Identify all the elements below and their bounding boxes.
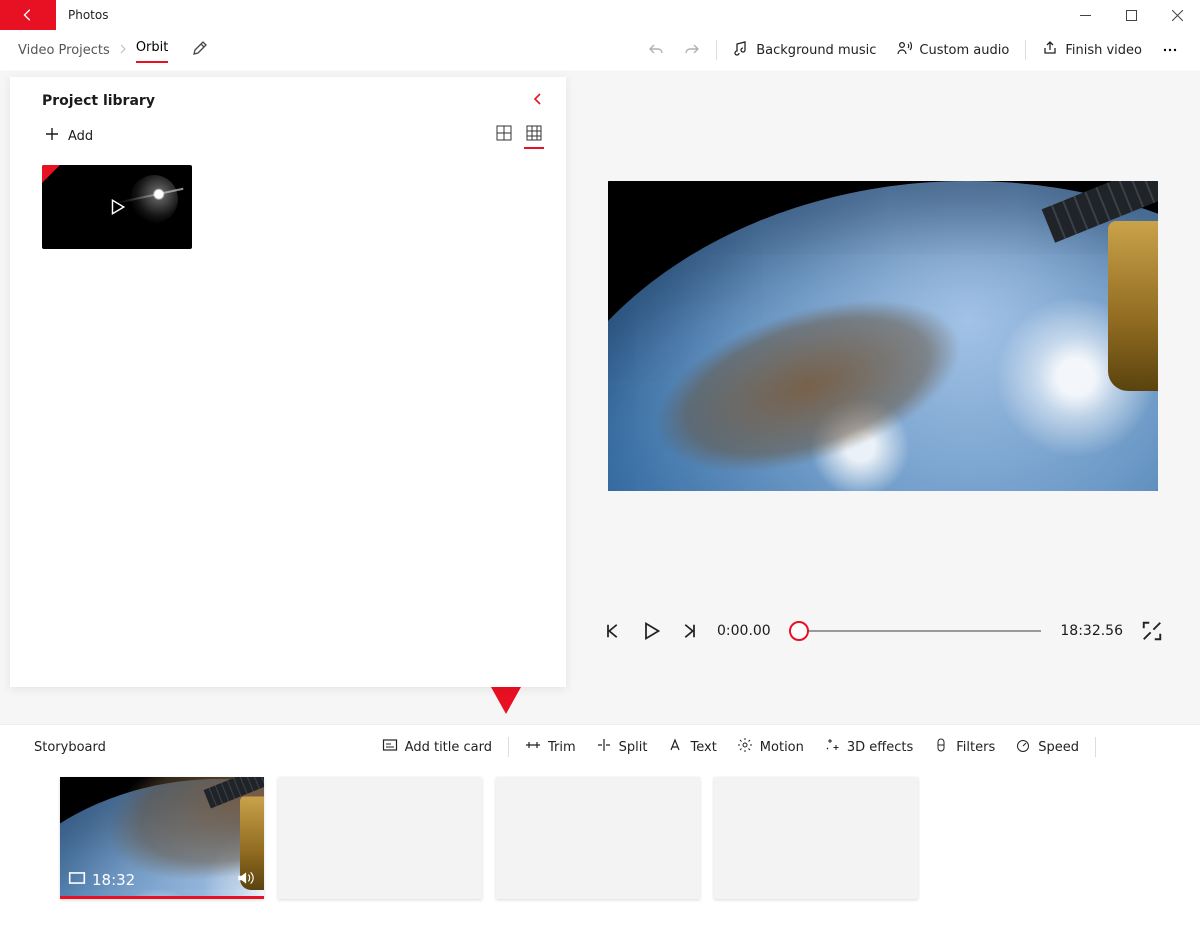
current-time: 0:00.00 [717,623,781,639]
window-controls [1062,0,1200,30]
add-media-button[interactable]: Add [44,126,93,146]
preview-pane: 0:00.00 18:32.56 [566,71,1200,726]
clip-volume-button[interactable] [236,869,254,891]
more-button[interactable] [1152,30,1188,70]
fullscreen-button[interactable] [1141,621,1163,641]
storyboard-panel: Storyboard Add title card Trim Split [0,724,1200,940]
cmd-label: Background music [756,43,876,58]
motion-icon [737,737,753,757]
clip-duration: 18:32 [92,871,135,889]
add-title-card-button[interactable]: Add title card [372,737,502,757]
grid-large-button[interactable] [496,125,512,147]
cmd-label: Finish video [1065,43,1142,58]
btn-label: Speed [1038,740,1079,755]
close-button[interactable] [1154,0,1200,30]
separator [508,737,509,757]
btn-label: Motion [760,740,804,755]
frame-back-button[interactable] [603,621,623,641]
project-library-title: Project library [42,93,155,109]
command-bar: Video Projects Orbit Background music Cu… [0,30,1200,71]
filters-icon [933,737,949,757]
filters-button[interactable]: Filters [923,737,1005,757]
minimize-button[interactable] [1062,0,1108,30]
storyboard-clips: 18:32 [0,769,1200,899]
finish-video-button[interactable]: Finish video [1032,30,1152,70]
export-icon [1042,40,1058,60]
split-button[interactable]: Split [586,737,658,757]
split-icon [596,737,612,757]
btn-label: Text [691,740,717,755]
grid-small-button[interactable] [526,125,542,147]
work-area: Project library Add [0,71,1200,726]
project-library-panel: Project library Add [10,77,566,687]
custom-audio-button[interactable]: Custom audio [886,30,1019,70]
btn-label: Add title card [405,740,492,755]
edit-name-button[interactable] [192,40,208,60]
play-overlay-icon [42,165,192,249]
breadcrumb-root[interactable]: Video Projects [18,43,110,58]
trim-button[interactable]: Trim [515,737,586,757]
app-title: Photos [56,0,120,30]
maximize-button[interactable] [1108,0,1154,30]
btn-label: Split [619,740,648,755]
speed-button[interactable]: Speed [1005,737,1089,757]
plus-icon [44,126,60,146]
total-time: 18:32.56 [1059,623,1123,639]
redo-button[interactable] [674,30,710,70]
duration-icon [68,869,86,891]
btn-label: 3D effects [847,740,913,755]
library-clip-thumbnail[interactable] [42,165,192,249]
cmd-label: Custom audio [919,43,1009,58]
title-card-icon [382,737,398,757]
btn-label: Filters [956,740,995,755]
play-button[interactable] [641,621,661,641]
chevron-right-icon [118,43,128,58]
breadcrumb: Video Projects Orbit [18,40,208,61]
breadcrumb-current[interactable]: Orbit [136,40,169,61]
storyboard-title: Storyboard [34,740,106,755]
separator [1095,737,1096,757]
separator [716,40,717,60]
music-icon [733,40,749,60]
storyboard-empty-slot[interactable] [496,777,700,899]
storyboard-empty-slot[interactable] [278,777,482,899]
storyboard-clip[interactable]: 18:32 [60,777,264,899]
transport-controls: 0:00.00 18:32.56 [603,621,1163,641]
preview-player[interactable] [608,181,1158,491]
app-window: Photos Video Projects Orbit Background m… [0,0,1200,940]
back-button[interactable] [0,0,56,30]
person-audio-icon [896,40,912,60]
storyboard-empty-slot[interactable] [714,777,918,899]
speed-icon [1015,737,1031,757]
btn-label: Trim [548,740,576,755]
scrubber-handle-icon[interactable] [789,621,809,641]
sparkle-icon [824,737,840,757]
scrubber[interactable] [799,621,1041,641]
undo-button[interactable] [638,30,674,70]
3d-effects-button[interactable]: 3D effects [814,737,923,757]
text-icon [668,737,684,757]
trim-icon [525,737,541,757]
collapse-library-button[interactable] [530,91,546,111]
motion-button[interactable]: Motion [727,737,814,757]
frame-forward-button[interactable] [679,621,699,641]
add-label: Add [68,129,93,144]
title-bar: Photos [0,0,1200,30]
background-music-button[interactable]: Background music [723,30,886,70]
separator [1025,40,1026,60]
text-button[interactable]: Text [658,737,727,757]
